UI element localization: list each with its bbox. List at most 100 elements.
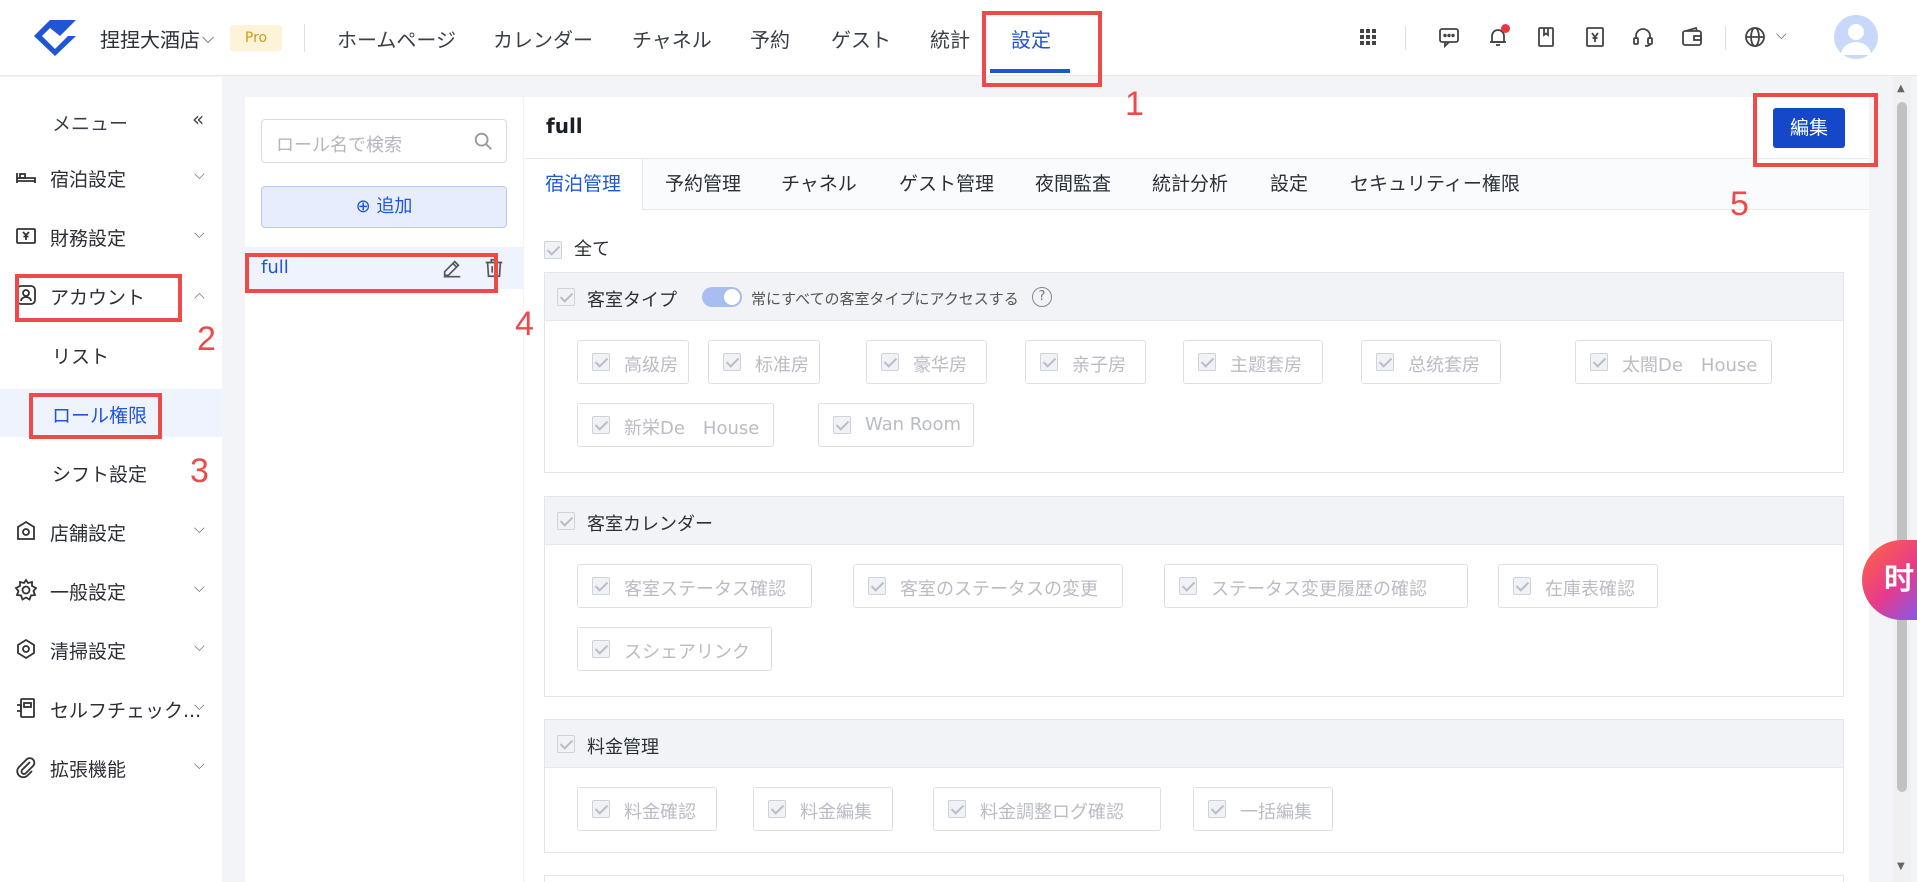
wallet-icon[interactable]	[1677, 22, 1707, 52]
sidebar-item-label: 宿泊設定	[50, 169, 127, 191]
avatar[interactable]	[1834, 15, 1878, 59]
annotation-box-role-permissions	[29, 393, 162, 439]
app-logo-icon[interactable]	[30, 16, 80, 58]
chevron-down-icon: ⌵	[194, 639, 205, 655]
checkbox[interactable]	[881, 353, 899, 371]
option-checkbox[interactable]: 一括編集	[1193, 787, 1333, 831]
role-list-panel: ロール名で検索 ⊕ 追加 full	[245, 97, 523, 882]
option-checkbox[interactable]: 太閤De House	[1575, 340, 1772, 384]
checkbox[interactable]	[592, 416, 610, 434]
checkbox[interactable]	[1040, 353, 1058, 371]
section-next	[544, 875, 1844, 882]
help-icon[interactable]: ?	[1032, 287, 1052, 307]
checkbox[interactable]	[592, 640, 610, 658]
tab-statistics[interactable]: 統計分析	[1152, 159, 1228, 211]
option-checkbox[interactable]: 主题套房	[1183, 340, 1323, 384]
checkbox[interactable]	[1208, 800, 1226, 818]
bell-icon[interactable]	[1483, 22, 1513, 52]
sidebar-item-cleaning[interactable]: 清掃設定 ⌵	[0, 625, 222, 673]
annotation-number: 3	[190, 452, 209, 490]
checkbox[interactable]	[1198, 353, 1216, 371]
select-all-row: 全て	[544, 235, 610, 261]
section-checkbox[interactable]	[557, 735, 575, 753]
annotation-box-settings	[982, 11, 1102, 87]
sidebar-item-general[interactable]: 一般設定 ⌵	[0, 566, 222, 614]
checkbox[interactable]	[768, 800, 786, 818]
option-checkbox[interactable]: 料金調整ログ確認	[933, 787, 1161, 831]
annotation-box-role-item	[245, 253, 498, 293]
collapse-sidebar-icon[interactable]: «	[192, 107, 204, 131]
option-checkbox[interactable]: 在庫表確認	[1498, 564, 1658, 608]
nav-statistics[interactable]: 統計	[930, 24, 970, 53]
floating-assistant-badge[interactable]: 时	[1862, 540, 1917, 620]
section-checkbox[interactable]	[557, 288, 575, 306]
option-checkbox[interactable]: 豪华房	[866, 340, 987, 384]
checkbox[interactable]	[592, 800, 610, 818]
option-checkbox[interactable]: 料金編集	[753, 787, 893, 831]
option-label: 料金調整ログ確認	[980, 802, 1124, 823]
pro-badge: Pro	[230, 25, 282, 51]
add-role-button[interactable]: ⊕ 追加	[261, 186, 507, 228]
scroll-up-icon[interactable]: ▲	[1897, 83, 1905, 94]
nav-calendar[interactable]: カレンダー	[493, 24, 593, 53]
option-checkbox[interactable]: 客室ステータス確認	[577, 564, 812, 608]
nav-reservation[interactable]: 予約	[750, 24, 790, 53]
apps-grid-icon[interactable]	[1353, 22, 1383, 52]
checkbox[interactable]	[592, 577, 610, 595]
nav-guest[interactable]: ゲスト	[831, 24, 891, 53]
checkbox[interactable]	[1590, 353, 1608, 371]
checkbox[interactable]	[833, 416, 851, 434]
sidebar-item-finance[interactable]: 財務設定 ⌵	[0, 212, 222, 260]
vertical-scrollbar[interactable]: ▲ ▼	[1893, 77, 1911, 882]
hotel-chevron-down-icon[interactable]: ⌵	[202, 28, 214, 48]
checkbox[interactable]	[948, 800, 966, 818]
option-checkbox[interactable]: 客室のステータスの変更	[853, 564, 1123, 608]
sidebar-item-self-checkin[interactable]: セルフチェック... ⌵	[0, 684, 222, 732]
sidebar-item-extensions[interactable]: 拡張機能 ⌵	[0, 743, 222, 791]
section-title: 料金管理	[587, 737, 659, 758]
option-checkbox[interactable]: Wan Room	[818, 403, 974, 447]
checkbox[interactable]	[1513, 577, 1531, 595]
scroll-down-icon[interactable]: ▼	[1897, 861, 1905, 872]
option-checkbox[interactable]: 总统套房	[1361, 340, 1501, 384]
tab-settings[interactable]: 設定	[1270, 159, 1308, 211]
scrollbar-thumb[interactable]	[1897, 102, 1907, 792]
sidebar-subitem-list[interactable]: リスト	[0, 330, 222, 378]
tab-channel[interactable]: チャネル	[781, 159, 857, 211]
tab-night-audit[interactable]: 夜間監査	[1035, 159, 1111, 211]
sidebar-item-store[interactable]: 店舗設定 ⌵	[0, 507, 222, 555]
tab-security[interactable]: セキュリティー権限	[1350, 159, 1520, 211]
section-checkbox[interactable]	[557, 512, 575, 530]
option-label: 标准房	[755, 355, 809, 376]
sidebar-item-lodging[interactable]: 宿泊設定 ⌵	[0, 153, 222, 201]
globe-icon[interactable]	[1740, 22, 1770, 52]
checkbox[interactable]	[723, 353, 741, 371]
checkbox[interactable]	[592, 353, 610, 371]
checkbox[interactable]	[1376, 353, 1394, 371]
invoice-icon[interactable]	[1580, 22, 1610, 52]
bookmark-icon[interactable]	[1531, 22, 1561, 52]
option-checkbox[interactable]: 料金確認	[577, 787, 717, 831]
option-checkbox[interactable]: 高级房	[577, 340, 689, 384]
checkbox[interactable]	[1179, 577, 1197, 595]
message-icon[interactable]	[1434, 22, 1464, 52]
option-checkbox[interactable]: 亲子房	[1025, 340, 1146, 384]
tab-lodging[interactable]: 宿泊管理	[524, 159, 644, 211]
checkbox[interactable]	[868, 577, 886, 595]
option-checkbox[interactable]: ステータス変更履歴の確認	[1164, 564, 1468, 608]
option-checkbox[interactable]: スシェアリンク	[577, 627, 772, 671]
nav-channel[interactable]: チャネル	[632, 24, 712, 53]
hotel-name[interactable]: 捏捏大酒店	[100, 24, 200, 53]
headset-icon[interactable]	[1628, 22, 1658, 52]
toggle-label: 常にすべての客室タイプにアクセスする	[751, 290, 1019, 308]
option-checkbox[interactable]: 标准房	[708, 340, 820, 384]
tab-reservation[interactable]: 予約管理	[665, 159, 741, 211]
select-all-checkbox[interactable]	[544, 241, 562, 259]
nav-home[interactable]: ホームページ	[337, 24, 456, 53]
access-all-room-types-toggle[interactable]	[702, 287, 742, 307]
role-search-input[interactable]: ロール名で検索	[261, 119, 507, 163]
tab-guest[interactable]: ゲスト管理	[899, 159, 994, 211]
sidebar-subitem-shift-settings[interactable]: シフト設定	[0, 448, 222, 496]
option-checkbox[interactable]: 新栄De House	[577, 403, 774, 447]
language-chevron-down-icon[interactable]: ⌵	[1776, 27, 1787, 43]
